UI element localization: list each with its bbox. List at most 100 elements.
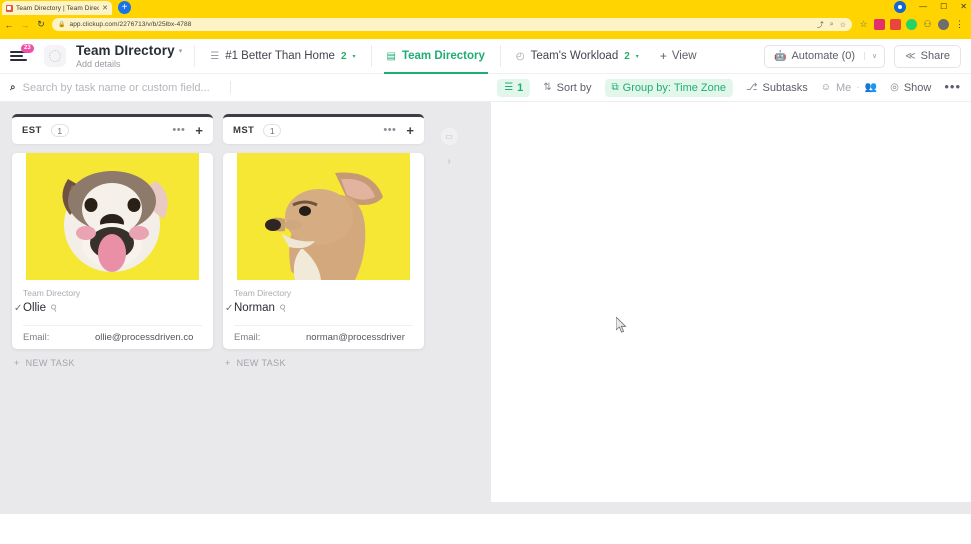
calendar-extension-icon[interactable] — [890, 19, 901, 30]
dog-photo-ollie-icon — [12, 153, 213, 280]
column-menu-icon[interactable]: ••• — [172, 125, 185, 135]
minimize-button[interactable]: — — [919, 3, 927, 11]
page-title-block: Team DIrectory ▾ Add details — [76, 43, 182, 69]
profile-avatar-icon[interactable] — [894, 1, 907, 13]
group-icon: ⧉ — [611, 82, 619, 93]
search-icon: ⌕ — [10, 82, 16, 93]
group-by-button[interactable]: ⧉ Group by: Time Zone — [604, 78, 733, 97]
back-icon[interactable]: ← — [4, 20, 14, 30]
page-subtitle[interactable]: Add details — [76, 59, 182, 69]
view-tab-count: 2 — [624, 50, 630, 62]
search-input[interactable] — [22, 81, 223, 94]
new-tab-button[interactable]: + — [118, 1, 131, 14]
bookmark-icon[interactable]: ☆ — [858, 19, 869, 30]
field-label: Email: — [23, 332, 50, 343]
address-bar[interactable]: 🔒 app.clickup.com/2276713/v/b/25lbx-4788… — [52, 18, 852, 31]
filter-icon: ☰ — [504, 82, 514, 93]
filter-actions: ☰ 1 ⇅ Sort by ⧉ Group by: Time Zone ⎇ Su… — [497, 78, 961, 97]
task-custom-field[interactable]: Email: norman@processdriver — [234, 325, 413, 349]
chrome-menu-icon[interactable]: ⋮ — [954, 19, 965, 30]
sort-by-label: Sort by — [556, 81, 592, 94]
task-custom-field[interactable]: Email: ollie@processdriven.co — [23, 325, 202, 349]
close-window-button[interactable]: ✕ — [960, 3, 967, 11]
add-task-icon[interactable]: + — [195, 124, 203, 137]
task-list-name: Team Directory — [234, 288, 292, 298]
view-tab-label: Team Directory — [401, 50, 485, 62]
task-complete-check-icon[interactable]: ✓ — [14, 303, 22, 314]
sort-icon: ⇅ — [543, 82, 552, 93]
share-icon: ≪ — [905, 50, 916, 62]
task-complete-check-icon[interactable]: ✓ — [225, 303, 233, 314]
board-view: EST 1 ••• + Team Directory ✓ Ollie ⚲ Ema… — [0, 102, 971, 502]
workload-view-icon: ◴ — [515, 50, 525, 62]
new-task-button[interactable]: + NEW TASK — [12, 358, 213, 368]
column-count: 1 — [50, 124, 69, 137]
list-view-icon: ☰ — [210, 50, 220, 62]
task-card[interactable]: Team Directory ✓ Ollie ⚲ Email: ollie@pr… — [12, 153, 213, 349]
chevron-down-icon[interactable]: ∨ — [864, 52, 884, 60]
me-filter-button[interactable]: ☺ Me · 👥 — [821, 82, 877, 94]
collapsed-column[interactable]: ▭ › — [434, 114, 464, 167]
column-menu-icon[interactable]: ••• — [383, 125, 396, 135]
chevron-down-icon[interactable]: ▾ — [636, 53, 639, 60]
column-header[interactable]: EST 1 ••• + — [12, 114, 213, 144]
automate-button[interactable]: 🤖 Automate (0) ∨ — [764, 44, 886, 68]
group-by-label: Group by: Time Zone — [622, 81, 726, 94]
chevron-down-icon[interactable]: ▾ — [179, 47, 183, 55]
view-tab-count: 2 — [340, 50, 347, 62]
task-cover-photo — [223, 153, 424, 280]
whatsapp-extension-icon[interactable] — [906, 19, 917, 30]
browser-chrome: Team Directory | Team Directory ✕ + — ☐ … — [0, 0, 971, 39]
new-task-button[interactable]: + NEW TASK — [223, 358, 424, 368]
sidebar-toggle-button[interactable]: 23 — [10, 44, 34, 65]
add-view-button[interactable]: + View — [660, 49, 697, 63]
chevron-down-icon[interactable]: ▾ — [353, 53, 356, 60]
sort-by-button[interactable]: ⇅ Sort by — [543, 82, 591, 94]
view-tab-team-workload[interactable]: ◴ Team's Workload 2 ▾ — [513, 39, 642, 74]
address-bar-url: app.clickup.com/2276713/v/b/25lbx-4788 — [69, 21, 192, 28]
subtasks-button[interactable]: ⎇ Subtasks — [746, 82, 808, 94]
bookmark-star-icon[interactable]: ☆ — [840, 21, 846, 29]
task-title: Ollie — [23, 302, 47, 314]
eye-icon: ◎ — [890, 82, 899, 93]
collapsed-column-icon: ▭ — [440, 128, 458, 145]
forward-icon: → — [20, 19, 30, 30]
reload-icon[interactable]: ↻ — [36, 19, 46, 30]
search-omni-icon[interactable]: ⌕ — [830, 21, 834, 29]
browser-profile-icon[interactable] — [938, 19, 949, 30]
filter-count: 1 — [517, 81, 524, 94]
person-icon: ☺ — [820, 82, 831, 93]
field-value: norman@processdriver — [306, 332, 405, 343]
view-tab-label: Team's Workload — [530, 50, 619, 62]
browser-tab[interactable]: Team Directory | Team Directory ✕ — [2, 1, 112, 15]
task-card[interactable]: Team Directory ✓ Norman ⚲ Email: norman@… — [223, 153, 424, 349]
more-options-icon[interactable]: ••• — [944, 81, 961, 93]
space-avatar[interactable] — [44, 45, 66, 67]
filter-chip[interactable]: ☰ 1 — [497, 78, 531, 97]
close-icon[interactable]: ✕ — [102, 5, 108, 12]
page-bottom-strip — [0, 502, 971, 514]
column-header[interactable]: MST 1 ••• + — [223, 114, 424, 144]
plus-icon: + — [659, 49, 667, 63]
view-tab-better-than-home[interactable]: ☰ #1 Better Than Home 2 ▾ — [207, 39, 358, 74]
favicon-icon — [6, 4, 13, 12]
subtasks-label: Subtasks — [762, 81, 808, 94]
show-button[interactable]: ◎ Show — [890, 82, 931, 94]
maximize-button[interactable]: ☐ — [940, 3, 947, 11]
share-button[interactable]: ≪ Share — [894, 44, 961, 68]
chevron-right-icon[interactable]: › — [447, 156, 450, 167]
dog-photo-norman-icon — [223, 153, 424, 280]
view-tab-team-directory[interactable]: ▤ Team Directory — [383, 39, 489, 74]
assignees-icon[interactable]: 👥 — [865, 82, 877, 93]
robot-icon: 🤖 — [774, 50, 787, 62]
share-icon[interactable]: ⤴ — [817, 20, 824, 30]
puzzle-icon[interactable]: ⚇ — [922, 19, 933, 30]
add-task-icon[interactable]: + — [406, 124, 414, 137]
instagram-extension-icon[interactable] — [874, 19, 885, 30]
browser-tabstrip: Team Directory | Team Directory ✕ + — ☐ … — [0, 0, 971, 15]
column-name: MST — [233, 125, 255, 136]
board-view-icon: ▤ — [386, 50, 396, 62]
browser-toolbar: ← → ↻ 🔒 app.clickup.com/2276713/v/b/25lb… — [0, 15, 971, 34]
share-label: Share — [920, 50, 950, 62]
view-tab-label: #1 Better Than Home — [225, 50, 335, 62]
